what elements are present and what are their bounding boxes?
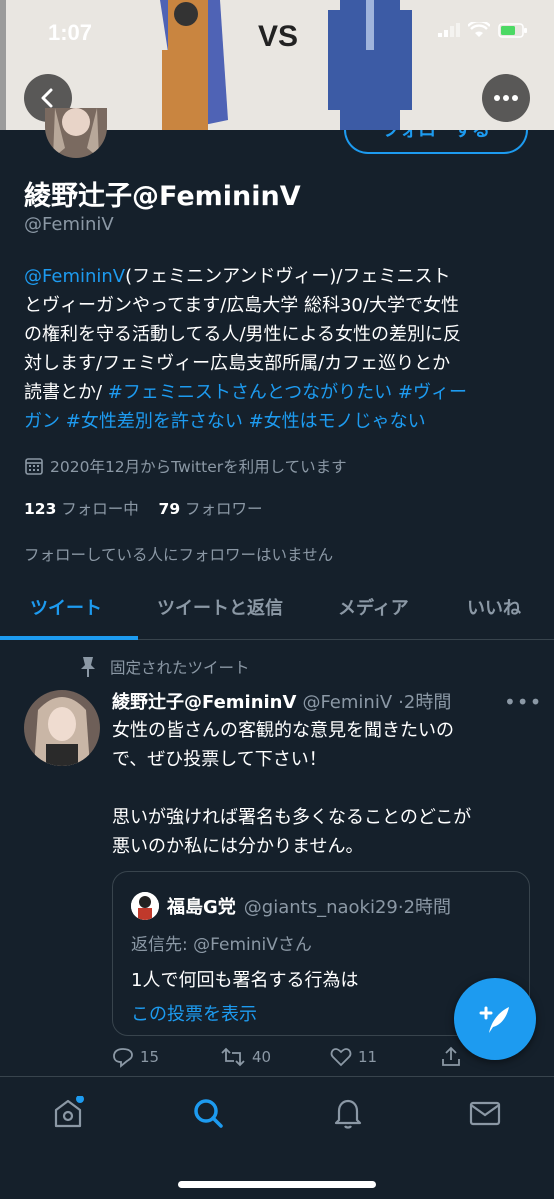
- followers-count: 79: [158, 500, 181, 518]
- profile-display-name: 綾野辻子@FemininV: [24, 181, 301, 212]
- follow-stats: 123 フォロー中 79 フォロワー: [24, 497, 263, 519]
- avatar-image: [24, 690, 100, 766]
- calendar-icon: [25, 458, 43, 475]
- reply-count: 15: [140, 1048, 160, 1066]
- like-button[interactable]: 11: [330, 1046, 377, 1068]
- quoted-author-handle: @giants_naoki29·2時間: [243, 897, 452, 918]
- more-icon: [494, 95, 518, 101]
- status-icons: [438, 22, 528, 38]
- wifi-icon: [468, 22, 490, 37]
- home-icon: [54, 1096, 84, 1128]
- retweet-count: 40: [252, 1048, 272, 1066]
- tweet-more-button[interactable]: •••: [504, 690, 542, 714]
- quoted-tweet-text: 1人で何回も署名する行為は: [131, 970, 359, 991]
- tab-tweets-and-replies[interactable]: ツイートと返信: [157, 594, 283, 620]
- compose-icon: [479, 1006, 509, 1033]
- follow-button[interactable]: フォローする: [344, 130, 528, 154]
- share-icon: [442, 1046, 460, 1066]
- nav-home[interactable]: [50, 1095, 86, 1131]
- tab-media[interactable]: メディア: [338, 594, 409, 620]
- followers-label: フォロワー: [185, 500, 263, 518]
- quoted-reply-to: 返信先: @FeminiVさん: [131, 935, 312, 955]
- avatar-image: [131, 892, 159, 920]
- avatar-image: [45, 108, 107, 158]
- tweet-body: 女性の皆さんの客観的な意見を聞きたいの で、ぜひ投票して下さい！ 思いが強ければ…: [112, 716, 532, 861]
- bottom-navigation: [0, 1076, 554, 1199]
- nav-notifications[interactable]: [330, 1095, 366, 1131]
- status-bar: 1:07: [0, 0, 554, 70]
- status-time: 1:07: [48, 20, 93, 45]
- retweet-icon: [221, 1047, 245, 1067]
- tweet-text: 女性の皆さんの客観的な意見を聞きたいの: [112, 720, 454, 741]
- joined-date-text: 2020年12月からTwitterを利用しています: [50, 458, 347, 476]
- like-icon: [330, 1048, 352, 1067]
- bio-text: とヴィーガンやってます/広島大学 総科30/大学で女性: [24, 295, 459, 316]
- tab-likes[interactable]: いいね: [467, 594, 521, 620]
- more-options-button[interactable]: [482, 74, 530, 122]
- bio-text: 対します/フェミヴィー広島支部所属/カフェ巡りとか: [24, 353, 451, 374]
- pinned-tweet-label: 固定されたツイート: [78, 656, 250, 678]
- bio-text: 読書とか/: [24, 382, 108, 403]
- following-label: フォロー中: [61, 500, 139, 518]
- tweet-header: 綾野辻子@FemininV @FeminiV ·2時間: [112, 688, 451, 714]
- quoted-tweet-header: 福島G党 @giants_naoki29·2時間: [131, 892, 451, 920]
- battery-icon: [498, 22, 527, 38]
- share-button[interactable]: [440, 1046, 462, 1068]
- joined-date: 2020年12月からTwitterを利用しています: [24, 455, 347, 477]
- bio-text: (フェミニンアンドヴィー)/フェミニスト: [125, 266, 451, 287]
- retweet-button[interactable]: 40: [220, 1046, 271, 1068]
- messages-icon: [469, 1101, 501, 1126]
- bio-mention-link[interactable]: @FemininV: [24, 266, 125, 287]
- tweet-time: ·2時間: [398, 692, 452, 713]
- home-indicator: [178, 1181, 376, 1188]
- profile-tabs: ツイート ツイートと返信 メディア いいね: [0, 580, 554, 640]
- bio-hashtag-link[interactable]: ガン: [24, 411, 60, 432]
- back-arrow-icon: [41, 88, 53, 108]
- tweet-author-handle: @FeminiV: [302, 692, 393, 713]
- tweet-text: で、ぜひ投票して下さい！: [112, 749, 327, 770]
- pinned-text: 固定されたツイート: [110, 659, 250, 677]
- search-icon: [194, 1099, 223, 1128]
- following-link[interactable]: 123 フォロー中: [24, 500, 139, 518]
- quoted-author-name: 福島G党: [167, 897, 236, 918]
- tweet-author-avatar[interactable]: [24, 690, 100, 766]
- pin-icon: [81, 657, 95, 677]
- active-tab-indicator: [0, 636, 138, 640]
- bio-hashtag-link[interactable]: #女性差別を許さない: [66, 411, 243, 432]
- follow-button-label: フォローする: [382, 130, 490, 141]
- show-poll-link[interactable]: この投票を表示: [131, 1000, 257, 1026]
- profile-bio: @FemininV(フェミニンアンドヴィー)/フェミニスト とヴィーガンやってま…: [24, 262, 534, 436]
- tweet-actions: 15 40 11: [112, 1046, 472, 1072]
- no-mutual-followers-text: フォローしている人にフォロワーはいません: [24, 546, 334, 564]
- notifications-icon: [334, 1099, 362, 1129]
- profile-avatar[interactable]: [45, 108, 107, 158]
- like-count: 11: [358, 1048, 378, 1066]
- quoted-author-avatar: [131, 892, 159, 920]
- followers-link[interactable]: 79 フォロワー: [159, 500, 263, 518]
- following-count: 123: [24, 500, 57, 518]
- bio-hashtag-link[interactable]: #フェミニストさんとつながりたい: [108, 382, 392, 403]
- reply-icon: [113, 1048, 133, 1068]
- nav-messages[interactable]: [467, 1095, 503, 1131]
- tweet-author-name[interactable]: 綾野辻子@FemininV: [112, 688, 296, 714]
- tweet-text: 悪いのか私には分かりません。: [112, 836, 364, 857]
- bio-hashtag-link[interactable]: #女性はモノじゃない: [249, 411, 426, 432]
- tab-tweets[interactable]: ツイート: [30, 594, 102, 620]
- compose-tweet-button[interactable]: [454, 978, 536, 1060]
- bio-text: の権利を守る活動してる人/男性による女性の差別に反: [24, 324, 461, 345]
- reply-button[interactable]: 15: [112, 1046, 159, 1068]
- signal-icon: [438, 23, 460, 37]
- tweet-text: 思いが強ければ署名も多くなることのどこが: [112, 807, 472, 828]
- bio-hashtag-link[interactable]: #ヴィー: [398, 382, 467, 403]
- nav-search[interactable]: [190, 1095, 226, 1131]
- profile-handle: @FeminiV: [24, 214, 114, 235]
